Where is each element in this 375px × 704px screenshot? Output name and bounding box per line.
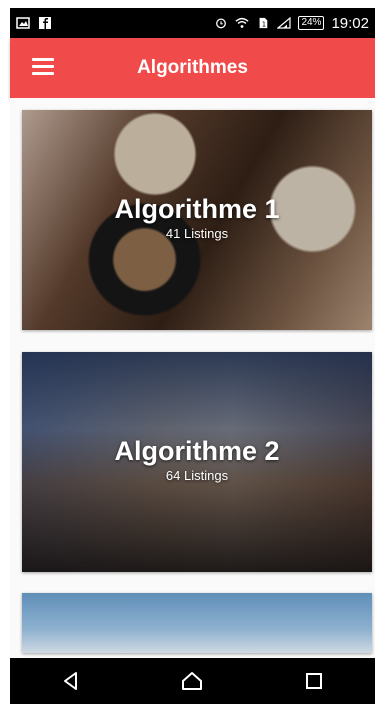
back-icon [63,672,77,690]
card-title: Algorithme 2 [114,436,280,466]
svg-text:1: 1 [262,20,266,28]
algorithm-card[interactable] [22,593,372,653]
battery-icon: 24% [298,16,325,30]
sky-photo [22,593,372,653]
status-bar: 1 24% 19:02 [10,8,375,38]
status-left-icons [16,17,52,29]
card-subtitle: 41 Listings [165,226,229,241]
algorithm-card[interactable]: Algorithme 1 41 Listings [22,110,372,330]
facebook-icon [39,17,51,29]
recents-button[interactable] [284,658,344,704]
card-list[interactable]: Algorithme 1 41 Listings Algorithme 2 64… [10,98,375,658]
home-button[interactable] [162,658,222,704]
status-time: 19:02 [331,14,369,32]
alarm-icon [216,18,227,29]
wifi-icon [235,17,250,28]
app-bar: Algorithmes [10,38,375,98]
signal-icon [277,17,292,29]
sim-icon: 1 [260,17,268,28]
system-nav-bar [10,658,375,704]
back-button[interactable] [41,658,101,704]
card-title: Algorithme 1 [114,194,280,224]
menu-icon[interactable] [32,58,54,76]
page-title: Algorithmes [137,57,248,78]
recents-icon [306,673,323,689]
algorithm-card[interactable]: Algorithme 2 64 Listings [22,352,372,572]
image-icon [16,17,30,29]
card-subtitle: 64 Listings [165,468,229,483]
home-icon [182,672,203,690]
status-right-icons: 1 24% 19:02 [214,15,369,32]
